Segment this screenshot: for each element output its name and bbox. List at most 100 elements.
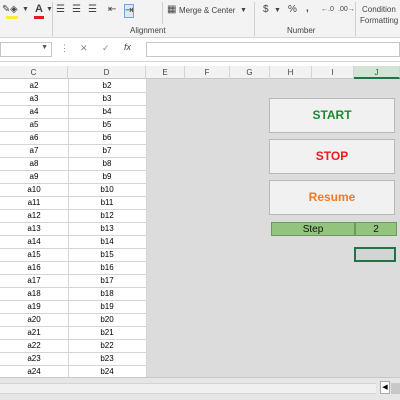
cell-column-c[interactable]: a12 <box>0 209 68 223</box>
cell-column-d[interactable]: b5 <box>68 118 146 132</box>
cell-column-c[interactable]: a21 <box>0 326 68 340</box>
cell-column-d[interactable]: b22 <box>68 339 146 353</box>
cell-column-c[interactable]: a5 <box>0 118 68 132</box>
increase-indent-icon[interactable]: ⇥ <box>124 4 135 18</box>
step-label[interactable]: Step <box>271 222 355 236</box>
chevron-down-icon[interactable]: ▼ <box>274 5 281 17</box>
cell-column-d[interactable]: b18 <box>68 287 146 301</box>
cell-column-c[interactable]: a19 <box>0 300 68 314</box>
step-value[interactable]: 2 <box>355 222 397 236</box>
column-header-j[interactable]: J <box>354 66 400 79</box>
table-row: a8 b8 <box>0 157 146 171</box>
comma-style-button[interactable]: , <box>306 3 309 15</box>
cell-column-c[interactable]: a16 <box>0 261 68 275</box>
column-header-f[interactable]: F <box>185 66 230 79</box>
cell-column-d[interactable]: b2 <box>68 79 146 93</box>
chevron-down-icon[interactable]: ▼ <box>240 5 247 17</box>
cell-column-d[interactable]: b14 <box>68 235 146 249</box>
cell-column-d[interactable]: b17 <box>68 274 146 288</box>
cell-column-c[interactable]: a15 <box>0 248 68 262</box>
cell-column-d[interactable]: b16 <box>68 261 146 275</box>
number-group-label: Number <box>287 26 316 35</box>
increase-decimal-icon[interactable]: ←.0 <box>321 4 334 16</box>
cell-column-c[interactable]: a24 <box>0 365 68 377</box>
table-row: a14 b14 <box>0 235 146 249</box>
insert-function-button[interactable]: fx <box>124 42 131 52</box>
column-header-i[interactable]: I <box>312 66 354 79</box>
chevron-down-icon[interactable]: ▼ <box>22 4 29 16</box>
enter-button[interactable]: ✓ <box>102 43 110 54</box>
stop-button[interactable]: STOP <box>269 139 395 174</box>
table-row: a16 b16 <box>0 261 146 275</box>
cancel-entry-button[interactable]: ✕ <box>80 43 88 54</box>
column-header-g[interactable]: G <box>230 66 270 79</box>
currency-format-button[interactable]: $ <box>263 4 269 16</box>
fill-color-icon[interactable]: ◈ <box>10 4 18 16</box>
cell-column-d[interactable]: b4 <box>68 105 146 119</box>
cell-column-c[interactable]: a23 <box>0 352 68 366</box>
formula-input[interactable] <box>146 42 400 57</box>
decrease-decimal-icon[interactable]: .00→ <box>338 4 355 16</box>
cell-column-d[interactable]: b9 <box>68 170 146 184</box>
cell-column-c[interactable]: a17 <box>0 274 68 288</box>
formula-bar: ▼ ⋮ ✕ ✓ fx <box>0 38 400 62</box>
cell-column-d[interactable]: b7 <box>68 144 146 158</box>
cell-column-c[interactable]: a7 <box>0 144 68 158</box>
column-header-c[interactable]: C <box>0 66 68 79</box>
font-color-button[interactable]: A <box>35 3 43 15</box>
align-left-icon[interactable]: ☰ <box>56 4 65 16</box>
scroll-thumb[interactable] <box>391 383 400 394</box>
active-cell[interactable] <box>354 247 396 262</box>
conditional-formatting-label[interactable]: Formatting <box>360 15 398 27</box>
cell-column-c[interactable]: a8 <box>0 157 68 171</box>
sheet-grid[interactable]: a2 b2 a3 b3 a4 b4 a5 b5 a6 b6 a7 b7 a8 b8 a9 b9 a10 b10 a1… <box>0 79 400 377</box>
cell-column-d[interactable]: b12 <box>68 209 146 223</box>
cell-column-c[interactable]: a20 <box>0 313 68 327</box>
scroll-left-icon[interactable]: ◀ <box>380 381 390 394</box>
cell-column-d[interactable]: b10 <box>68 183 146 197</box>
cell-column-d[interactable]: b3 <box>68 92 146 106</box>
cell-column-c[interactable]: a11 <box>0 196 68 210</box>
cell-column-c[interactable]: a2 <box>0 79 68 93</box>
cell-column-c[interactable]: a3 <box>0 92 68 106</box>
merge-center-button[interactable]: Merge & Center <box>179 5 235 17</box>
name-box[interactable]: ▼ <box>0 42 52 57</box>
cell-column-c[interactable]: a4 <box>0 105 68 119</box>
cell-column-c[interactable]: a13 <box>0 222 68 236</box>
chevron-down-icon[interactable]: ▼ <box>41 44 48 51</box>
table-row: a5 b5 <box>0 118 146 132</box>
cell-column-d[interactable]: b20 <box>68 313 146 327</box>
cell-column-d[interactable]: b13 <box>68 222 146 236</box>
cell-column-c[interactable]: a9 <box>0 170 68 184</box>
resume-button[interactable]: Resume <box>269 180 395 215</box>
column-header-d[interactable]: D <box>68 66 146 79</box>
cell-column-d[interactable]: b24 <box>68 365 146 377</box>
merge-center-icon[interactable]: ▦ <box>167 4 176 16</box>
cell-column-c[interactable]: a6 <box>0 131 68 145</box>
cell-column-c[interactable]: a14 <box>0 235 68 249</box>
more-options-icon[interactable]: ⋮ <box>60 43 69 54</box>
column-header-e[interactable]: E <box>146 66 185 79</box>
cell-column-d[interactable]: b6 <box>68 131 146 145</box>
cell-column-d[interactable]: b11 <box>68 196 146 210</box>
cell-column-d[interactable]: b23 <box>68 352 146 366</box>
cell-column-d[interactable]: b21 <box>68 326 146 340</box>
align-center-icon[interactable]: ☰ <box>72 4 81 16</box>
table-row: a22 b22 <box>0 339 146 353</box>
horizontal-scrollbar[interactable] <box>0 383 376 394</box>
ribbon: ✎ ◈ ▼ A ▼ ☰ ☰ ☰ ⇤ ⇥ ▦ Merge & Center ▼ A… <box>0 0 400 38</box>
align-right-icon[interactable]: ☰ <box>88 4 97 16</box>
cell-column-d[interactable]: b15 <box>68 248 146 262</box>
cell-column-d[interactable]: b19 <box>68 300 146 314</box>
cell-column-c[interactable]: a10 <box>0 183 68 197</box>
cell-column-c[interactable]: a22 <box>0 339 68 353</box>
cell-column-c[interactable]: a18 <box>0 287 68 301</box>
column-header-h[interactable]: H <box>270 66 312 79</box>
percent-format-button[interactable]: % <box>288 4 297 16</box>
column-header-row: C D E F G H I J <box>0 66 400 79</box>
decrease-indent-icon[interactable]: ⇤ <box>108 4 116 16</box>
table-row: a18 b18 <box>0 287 146 301</box>
table-row: a6 b6 <box>0 131 146 145</box>
start-button[interactable]: START <box>269 98 395 133</box>
cell-column-d[interactable]: b8 <box>68 157 146 171</box>
